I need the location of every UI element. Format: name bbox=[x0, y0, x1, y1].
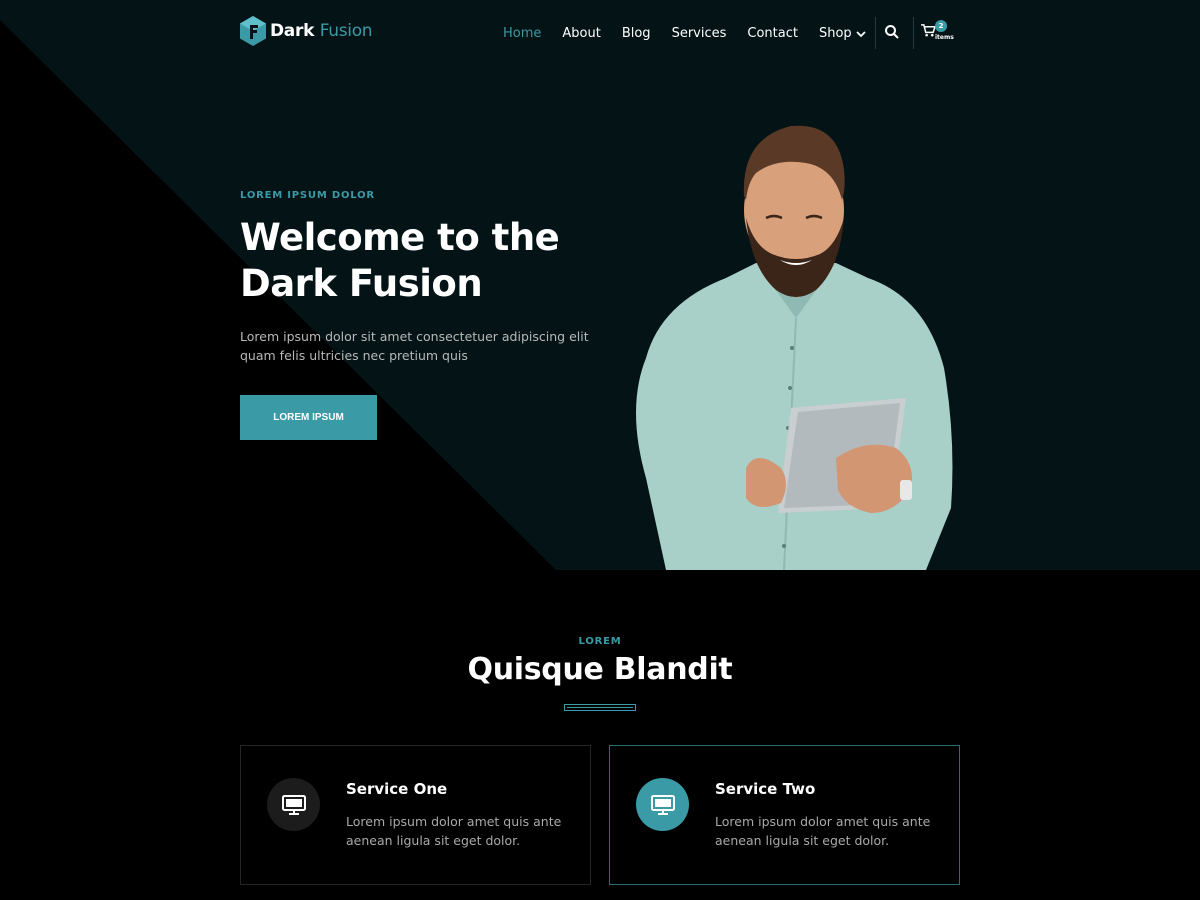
site-header: Dark Fusion Home About Blog Services Con… bbox=[0, 0, 1200, 70]
nav-item-home[interactable]: Home bbox=[503, 26, 541, 41]
services-eyebrow: LOREM bbox=[578, 636, 622, 647]
nav-item-contact[interactable]: Contact bbox=[747, 26, 798, 41]
nav-item-services[interactable]: Services bbox=[672, 26, 727, 41]
cart-button[interactable]: 2 items bbox=[921, 20, 959, 46]
hero-cta-button[interactable]: LOREM IPSUM bbox=[240, 395, 377, 440]
search-icon[interactable] bbox=[884, 24, 900, 40]
hero-title-line1: Welcome to the bbox=[240, 216, 560, 259]
hero-title: Welcome to the Dark Fusion bbox=[240, 215, 600, 307]
service-card-one[interactable]: Service One Lorem ipsum dolor amet quis … bbox=[240, 745, 591, 885]
hero-eyebrow: LOREM IPSUM DOLOR bbox=[240, 190, 375, 201]
chevron-down-icon bbox=[856, 30, 866, 37]
monitor-icon bbox=[650, 794, 675, 815]
hero-title-line2: Dark Fusion bbox=[240, 262, 483, 305]
service-icon-circle bbox=[267, 778, 320, 831]
nav-divider bbox=[913, 17, 914, 49]
service-title: Service Two bbox=[715, 780, 816, 798]
service-icon-circle bbox=[636, 778, 689, 831]
services-title: Quisque Blandit bbox=[467, 652, 733, 687]
nav-item-shop-label: Shop bbox=[818, 26, 852, 41]
service-card-two[interactable]: Service Two Lorem ipsum dolor amet quis … bbox=[609, 745, 960, 885]
service-title: Service One bbox=[346, 780, 448, 798]
hero-content: LOREM IPSUM DOLOR Welcome to the Dark Fu… bbox=[240, 190, 600, 365]
service-description: Lorem ipsum dolor amet quis ante aenean … bbox=[346, 814, 562, 848]
hero-description: Lorem ipsum dolor sit amet consectetuer … bbox=[240, 329, 589, 363]
main-nav: Home About Blog Services Contact Shop bbox=[503, 26, 887, 41]
brand-name: Dark Fusion bbox=[270, 21, 373, 41]
cart-icon bbox=[921, 24, 936, 37]
service-description: Lorem ipsum dolor amet quis ante aenean … bbox=[715, 814, 931, 848]
monitor-icon bbox=[281, 794, 306, 815]
hero-background bbox=[0, 0, 1200, 570]
cart-items-label: items bbox=[935, 34, 954, 41]
nav-divider bbox=[875, 17, 876, 49]
cart-count-badge: 2 bbox=[935, 20, 947, 32]
nav-item-shop[interactable]: Shop bbox=[819, 26, 866, 41]
hero-section bbox=[0, 0, 1200, 570]
section-divider bbox=[564, 704, 636, 711]
nav-item-about[interactable]: About bbox=[562, 26, 600, 41]
logo-icon bbox=[240, 16, 266, 46]
brand-logo[interactable]: Dark Fusion bbox=[240, 16, 373, 46]
hero-person-image bbox=[636, 125, 953, 570]
nav-item-blog[interactable]: Blog bbox=[622, 26, 651, 41]
